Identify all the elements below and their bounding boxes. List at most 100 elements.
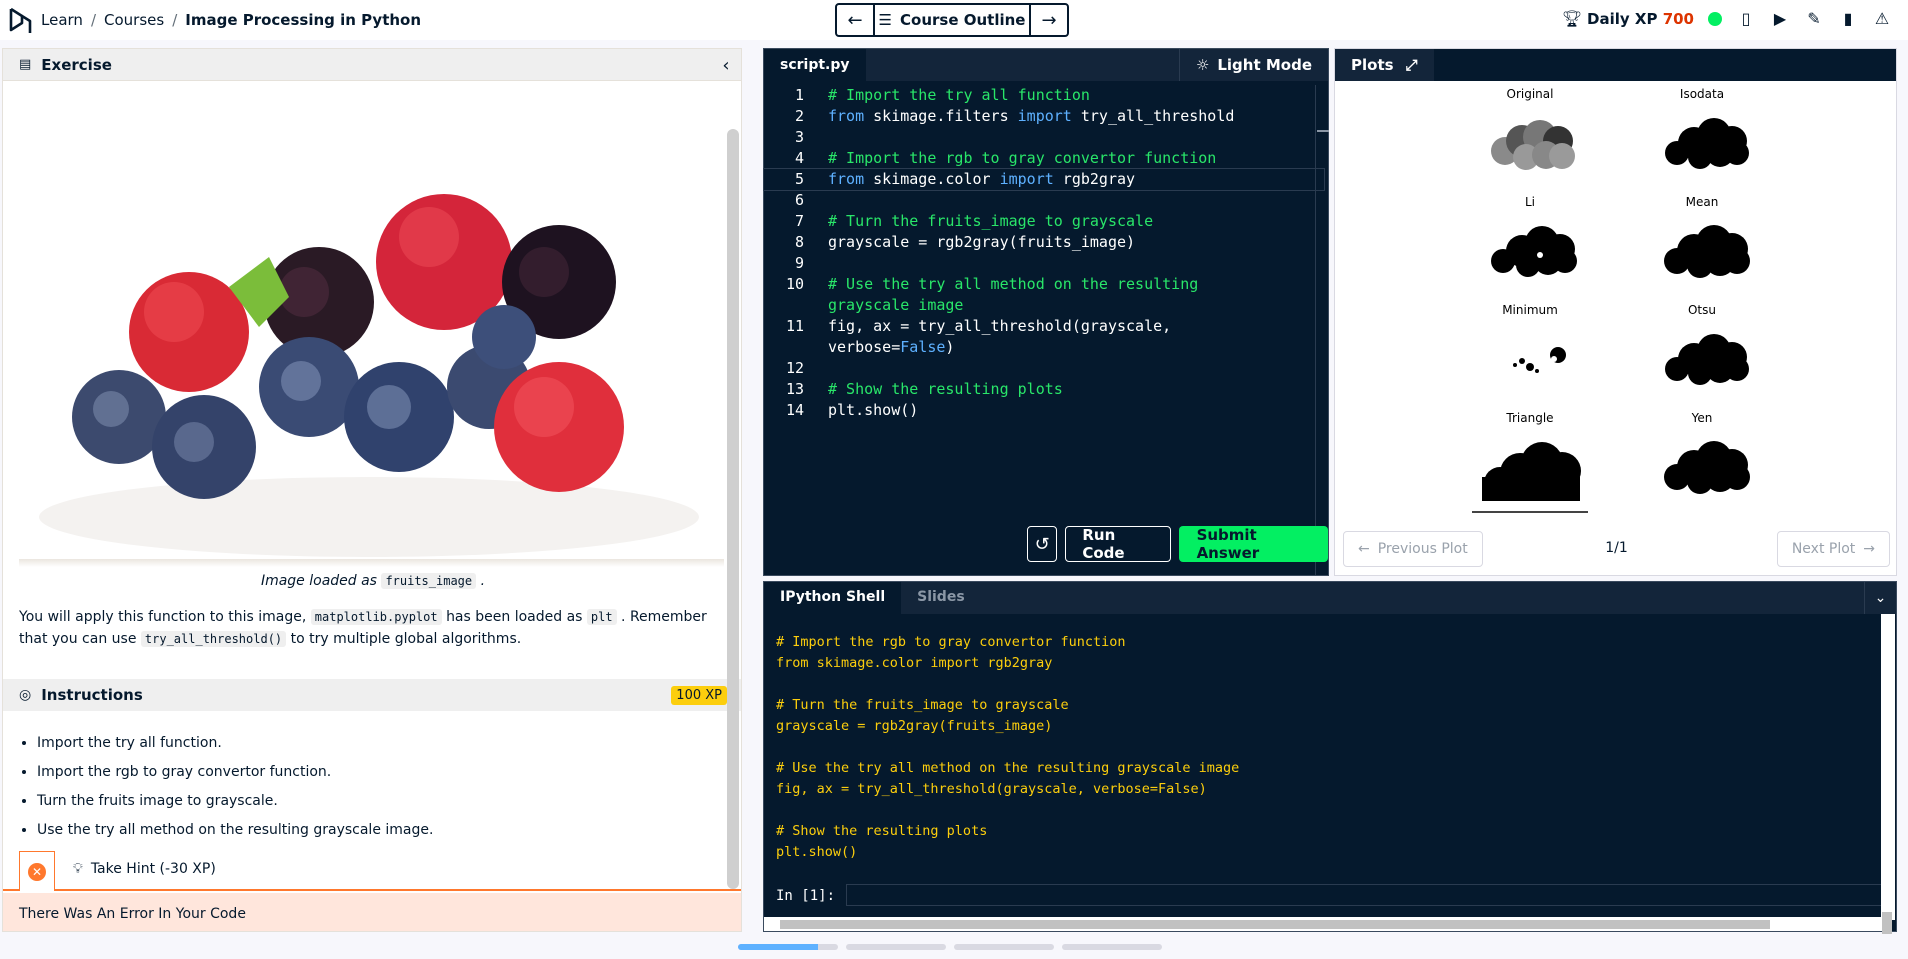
plot-label: Original <box>1506 87 1554 101</box>
plot-yen: Yen <box>1637 411 1767 508</box>
pencil-icon[interactable]: ✎ <box>1804 9 1824 28</box>
tab-ipython-shell[interactable]: IPython Shell <box>764 582 902 614</box>
exercise-title: Exercise <box>41 55 112 74</box>
progress-segment[interactable] <box>954 944 1054 950</box>
close-icon: ✕ <box>28 862 46 881</box>
image-divider <box>19 559 724 567</box>
code-line: 4 # Import the rgb to gray convertor func… <box>794 149 1217 167</box>
run-code-button[interactable]: Run Code <box>1065 526 1171 562</box>
code-line: 3 <box>794 128 804 146</box>
image-caption: Image loaded as fruits_image . <box>260 573 486 589</box>
lightbulb-icon: 💡︎ <box>73 861 83 877</box>
error-tab[interactable]: ✕ <box>19 851 55 891</box>
shell-vertical-scrollbar[interactable] <box>1881 614 1895 934</box>
video-icon[interactable]: ▶ <box>1770 9 1790 28</box>
description-text: has been loaded as <box>446 609 583 625</box>
code-line: 1 # Import the try all function <box>794 86 1090 104</box>
exercise-panel: ▤ Exercise ‹ Image loaded as fruits_imag… <box>2 48 742 932</box>
course-outline-button[interactable]: ☰ Course Outline <box>873 5 1031 35</box>
top-bar: Learn / Courses / Image Processing in Py… <box>0 0 1908 40</box>
collapse-panel-button[interactable]: ‹ <box>711 49 741 81</box>
plot-original: Original <box>1465 87 1595 184</box>
take-hint-label: Take Hint (-30 XP) <box>90 861 216 877</box>
exercise-description: You will apply this function to this ima… <box>19 606 729 650</box>
plot-image <box>1665 334 1749 385</box>
document-icon[interactable]: ▯ <box>1736 9 1756 28</box>
plot-image <box>1665 118 1749 169</box>
plot-label: Triangle <box>1506 411 1554 425</box>
progress-segment[interactable] <box>846 944 946 950</box>
tab-slides[interactable]: Slides <box>901 582 981 614</box>
tab-script[interactable]: script.py <box>764 49 866 81</box>
status-dot <box>1708 11 1722 26</box>
menu-icon: ☰ <box>878 11 892 29</box>
code-line: 14 plt.show() <box>785 401 919 419</box>
scroll-thumb[interactable] <box>1882 912 1892 934</box>
progress-segment[interactable] <box>1062 944 1162 950</box>
ipython-shell: IPython Shell Slides ⌄ # Import the rgb … <box>763 581 1897 934</box>
plot-image <box>1491 120 1575 170</box>
scroll-thumb[interactable] <box>780 920 1770 929</box>
reset-icon: ↺ <box>1034 533 1050 555</box>
prev-exercise-button[interactable]: ← <box>837 5 873 35</box>
code-line: 5 from skimage.color import rgb2gray <box>763 168 1325 191</box>
code-line: 7 # Turn the fruits_image to grayscale <box>794 212 1154 230</box>
shell-collapse-button[interactable]: ⌄ <box>1864 582 1896 614</box>
submit-answer-button[interactable]: Submit Answer <box>1178 526 1328 562</box>
shell-prompt: In [1]: <box>776 888 836 904</box>
breadcrumb-course[interactable]: Image Processing in Python <box>185 11 421 29</box>
fruits-image <box>19 97 727 612</box>
code-line: 6 <box>794 191 804 209</box>
caption-text: Image loaded as <box>260 573 377 589</box>
next-plot-button[interactable]: Next Plot → <box>1776 531 1890 567</box>
editor-divider <box>1315 85 1316 575</box>
daily-xp-value: 700 <box>1662 10 1694 28</box>
plot-image <box>1513 347 1566 373</box>
reset-button[interactable]: ↺ <box>1027 526 1058 562</box>
plot-triangle: Triangle <box>1465 411 1595 520</box>
instructions-title: Instructions <box>41 686 143 704</box>
next-exercise-button[interactable]: → <box>1031 5 1067 35</box>
code-line: 8 grayscale = rgb2gray(fruits_image) <box>794 233 1136 251</box>
breadcrumb-separator: / <box>172 11 178 29</box>
expand-icon[interactable]: ⤢ <box>1406 56 1418 74</box>
code-line: 12 <box>785 359 804 377</box>
hint-row: ✕ 💡︎ Take Hint (-30 XP) <box>3 851 741 891</box>
breadcrumb-learn[interactable]: Learn <box>41 11 83 29</box>
code-line: 9 <box>794 254 804 272</box>
logo-icon[interactable] <box>8 6 34 34</box>
progress-segment[interactable] <box>738 944 838 950</box>
breadcrumb-courses[interactable]: Courses <box>104 11 164 29</box>
code-area[interactable]: 1 # Import the try all function 2 from ski… <box>763 85 1325 421</box>
exercise-header: ▤ Exercise <box>3 49 741 81</box>
plots-header: Plots ⤢ <box>1335 49 1896 81</box>
plot-li: Li <box>1465 195 1595 292</box>
editor-actions: ↺ Run Code Submit Answer <box>1027 526 1328 562</box>
mobile-icon[interactable]: ▮ <box>1838 9 1858 28</box>
code-line: 11 fig, ax = try_all_threshold(grayscale,… <box>785 317 1172 356</box>
plot-label: Yen <box>1691 411 1713 425</box>
description-code: try_all_threshold() <box>140 631 287 647</box>
collapse-icon: ‹ <box>722 54 730 76</box>
exercise-progress <box>738 944 1162 950</box>
plots-tab-label: Plots <box>1351 56 1394 74</box>
instruction-item: Import the try all function. <box>37 729 433 758</box>
tab-plots[interactable]: Plots ⤢ <box>1335 49 1434 81</box>
daily-xp: 🏆︎ Daily XP 700 <box>1562 9 1694 28</box>
light-mode-button[interactable]: ☼ Light Mode <box>1178 49 1328 81</box>
panel-scrollbar[interactable] <box>727 129 739 889</box>
caption-code: fruits_image <box>381 573 477 589</box>
shell-output: # Import the rgb to gray convertor funct… <box>776 634 1240 860</box>
shell-input[interactable] <box>846 884 1886 906</box>
warning-icon[interactable]: ⚠ <box>1872 9 1892 28</box>
take-hint-button[interactable]: 💡︎ Take Hint (-30 XP) <box>73 861 216 877</box>
instruction-item: Turn the fruits image to grayscale. <box>37 787 433 816</box>
description-text: You will apply this function to this ima… <box>19 609 307 625</box>
plot-label: Minimum <box>1502 303 1558 317</box>
plot-mean: Mean <box>1637 195 1767 292</box>
shell-horizontal-scrollbar[interactable] <box>764 917 1882 931</box>
error-message: There Was An Error In Your Code <box>3 893 741 931</box>
plot-label: Isodata <box>1679 87 1725 101</box>
plot-image <box>1664 225 1750 278</box>
instructions-list: Import the try all function. Import the … <box>37 729 433 845</box>
